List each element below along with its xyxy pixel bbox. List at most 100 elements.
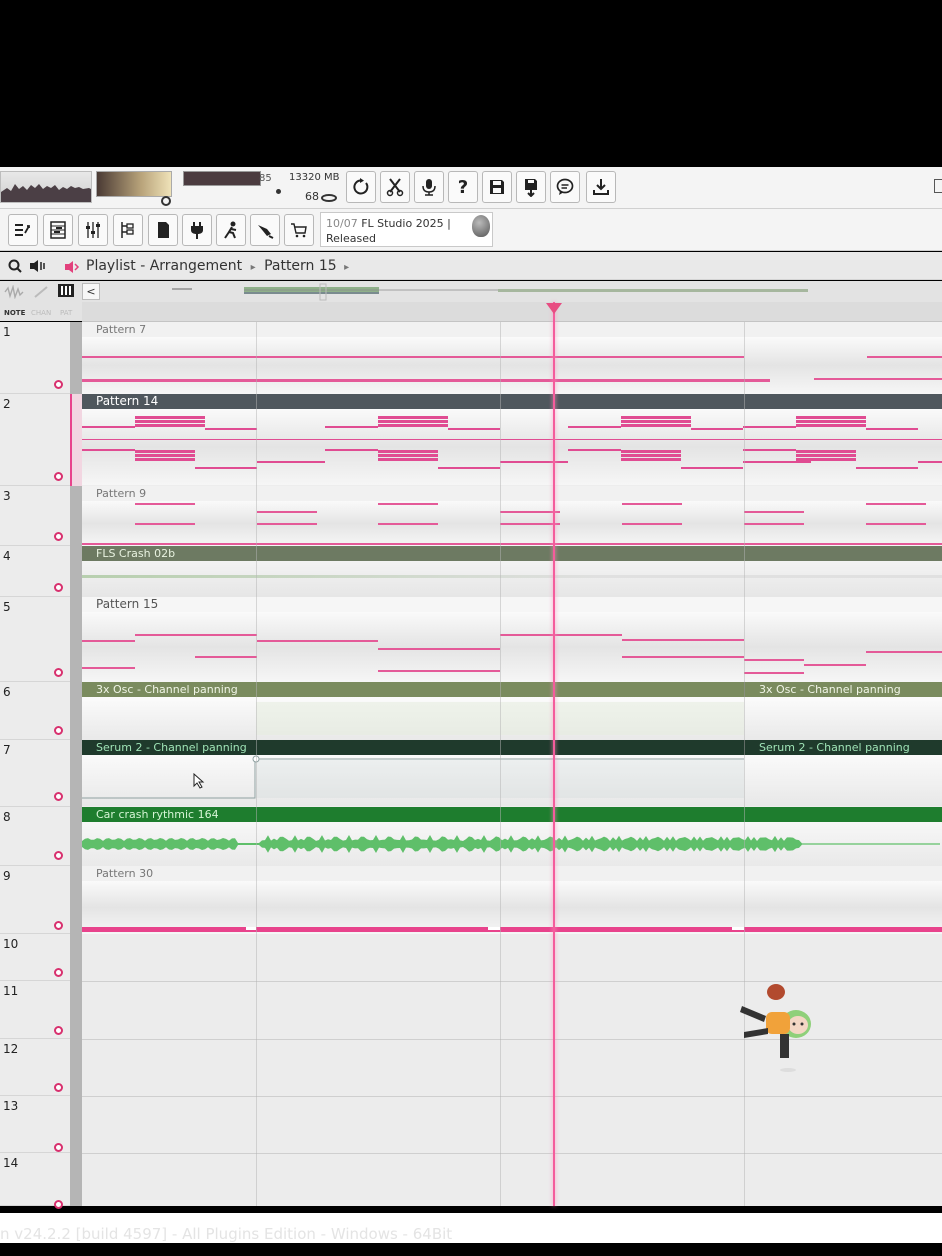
track-header[interactable]: 3 xyxy=(0,486,70,546)
mixer-icon xyxy=(86,222,100,238)
clip-fls-crash[interactable]: FLS Crash 02b xyxy=(82,546,942,597)
browser-button[interactable] xyxy=(113,214,143,246)
image-line-logo-icon[interactable] xyxy=(472,215,490,237)
channel-rack-button[interactable] xyxy=(8,214,38,246)
download-button[interactable] xyxy=(586,171,616,203)
track-grip[interactable] xyxy=(70,981,82,1039)
clip-pattern-9[interactable]: Pattern 9 xyxy=(82,486,942,546)
piano-keys-icon[interactable] xyxy=(58,284,74,297)
track-enable-icon[interactable] xyxy=(54,726,63,735)
master-volume-meter[interactable] xyxy=(96,171,172,197)
track-grip[interactable] xyxy=(70,322,82,394)
plugin-icon xyxy=(191,222,203,239)
track-number: 5 xyxy=(3,600,11,614)
clip-pattern-7[interactable]: Pattern 7 xyxy=(82,322,942,394)
playlist-breadcrumb: Playlist - Arrangement ▸ Pattern 15 ▸ xyxy=(86,258,349,274)
track-grip[interactable] xyxy=(70,486,82,546)
track-enable-icon[interactable] xyxy=(54,1083,63,1092)
loop-record-button[interactable] xyxy=(346,171,376,203)
track-grip[interactable] xyxy=(70,807,82,866)
render-button[interactable] xyxy=(516,171,546,203)
track-enable-icon[interactable] xyxy=(54,1143,63,1152)
track-header[interactable]: 4 xyxy=(0,546,70,597)
track-header[interactable]: 2 xyxy=(0,394,70,486)
news-hint-panel[interactable]: 10/07 FL Studio 2025 | Released xyxy=(320,212,493,247)
link-tool-icon[interactable] xyxy=(33,284,49,298)
track-header[interactable]: 1 xyxy=(0,322,70,394)
track-header[interactable]: 14 xyxy=(0,1153,70,1209)
track-grip[interactable] xyxy=(70,394,82,486)
track-enable-icon[interactable] xyxy=(54,1026,63,1035)
playlist-speaker-icon xyxy=(64,259,80,273)
track-grip[interactable] xyxy=(70,546,82,597)
snap-button[interactable] xyxy=(380,171,410,203)
save-icon xyxy=(490,180,504,194)
waveform-tool-icon[interactable] xyxy=(4,284,24,300)
current-pattern[interactable]: Pattern 15 xyxy=(264,258,337,274)
mixer-button[interactable] xyxy=(78,214,108,246)
mode-tab-pat[interactable]: PAT xyxy=(60,309,72,317)
piano-roll-button[interactable] xyxy=(43,214,73,246)
track-grip[interactable] xyxy=(70,1096,82,1153)
scroll-back-button[interactable]: < xyxy=(82,283,100,300)
track-enable-icon[interactable] xyxy=(54,532,63,541)
clip-pattern-30[interactable]: Pattern 30 xyxy=(82,866,942,934)
track-grip[interactable] xyxy=(70,1153,82,1206)
clip-title: Pattern 9 xyxy=(82,486,942,501)
track-grip[interactable] xyxy=(70,1039,82,1096)
track-enable-icon[interactable] xyxy=(54,921,63,930)
mode-tab-chan[interactable]: CHAN xyxy=(31,309,51,317)
track-grip[interactable] xyxy=(70,682,82,740)
track-enable-icon[interactable] xyxy=(54,1200,63,1209)
polyphony-icon xyxy=(321,194,337,202)
track-header[interactable]: 13 xyxy=(0,1096,70,1153)
track-header[interactable]: 8 xyxy=(0,807,70,866)
mode-tab-note[interactable]: NOTE xyxy=(4,309,25,317)
zoom-icon[interactable] xyxy=(8,258,22,273)
help-button[interactable]: ? xyxy=(448,171,478,203)
plugin-button[interactable] xyxy=(182,214,212,246)
track-enable-icon[interactable] xyxy=(54,380,63,389)
playlist-grid[interactable]: Pattern 7 Pattern 14 Pattern 9 FLS Crash… xyxy=(82,322,942,1206)
chat-button[interactable] xyxy=(550,171,580,203)
clip-car-crash-audio[interactable]: Car crash rythmic 164 xyxy=(82,807,942,866)
save-button[interactable] xyxy=(482,171,512,203)
track-grip[interactable] xyxy=(70,740,82,807)
playhead-marker-icon[interactable] xyxy=(546,303,562,314)
project-button[interactable] xyxy=(148,214,178,246)
track-header[interactable]: 10 xyxy=(0,934,70,981)
output-oscilloscope[interactable] xyxy=(0,171,92,203)
arrangement-overview[interactable] xyxy=(102,283,942,301)
track-header[interactable]: 12 xyxy=(0,1039,70,1096)
timeline-ruler[interactable] xyxy=(82,302,942,322)
track-enable-icon[interactable] xyxy=(54,668,63,677)
performance-button[interactable] xyxy=(216,214,246,246)
clip-pattern-15[interactable]: Pattern 15 xyxy=(82,597,942,682)
track-enable-icon[interactable] xyxy=(54,968,63,977)
shop-button[interactable] xyxy=(284,214,314,246)
track-grip[interactable] xyxy=(70,866,82,934)
track-enable-icon[interactable] xyxy=(54,472,63,481)
track-grip[interactable] xyxy=(70,934,82,981)
tool-button[interactable] xyxy=(250,214,280,246)
track-header[interactable]: 7 xyxy=(0,740,70,807)
track-header[interactable]: 5 xyxy=(0,597,70,682)
track-enable-icon[interactable] xyxy=(54,583,63,592)
track-grip[interactable] xyxy=(70,597,82,682)
record-audio-button[interactable] xyxy=(414,171,444,203)
track-header[interactable]: 6 xyxy=(0,682,70,740)
clip-pattern-14[interactable]: Pattern 14 xyxy=(82,394,942,485)
pattern-menu-arrow[interactable]: ▸ xyxy=(344,262,349,273)
track-header[interactable]: 9 xyxy=(0,866,70,934)
speaker-icon[interactable] xyxy=(29,258,47,272)
performance-icon xyxy=(224,221,237,239)
clip-3x-osc-panning[interactable]: 3x Osc - Channel panning 3x Osc - Channe… xyxy=(82,682,942,740)
mascot-character-icon xyxy=(736,982,816,1072)
track-enable-icon[interactable] xyxy=(54,792,63,801)
track-header[interactable]: 11 xyxy=(0,981,70,1039)
track-enable-icon[interactable] xyxy=(54,851,63,860)
cpu-readout: 68 xyxy=(305,190,319,203)
master-knob-icon[interactable] xyxy=(161,196,171,206)
track-number: 2 xyxy=(3,397,11,411)
clip-serum-panning[interactable]: Serum 2 - Channel panning Serum 2 - Chan… xyxy=(82,740,942,806)
